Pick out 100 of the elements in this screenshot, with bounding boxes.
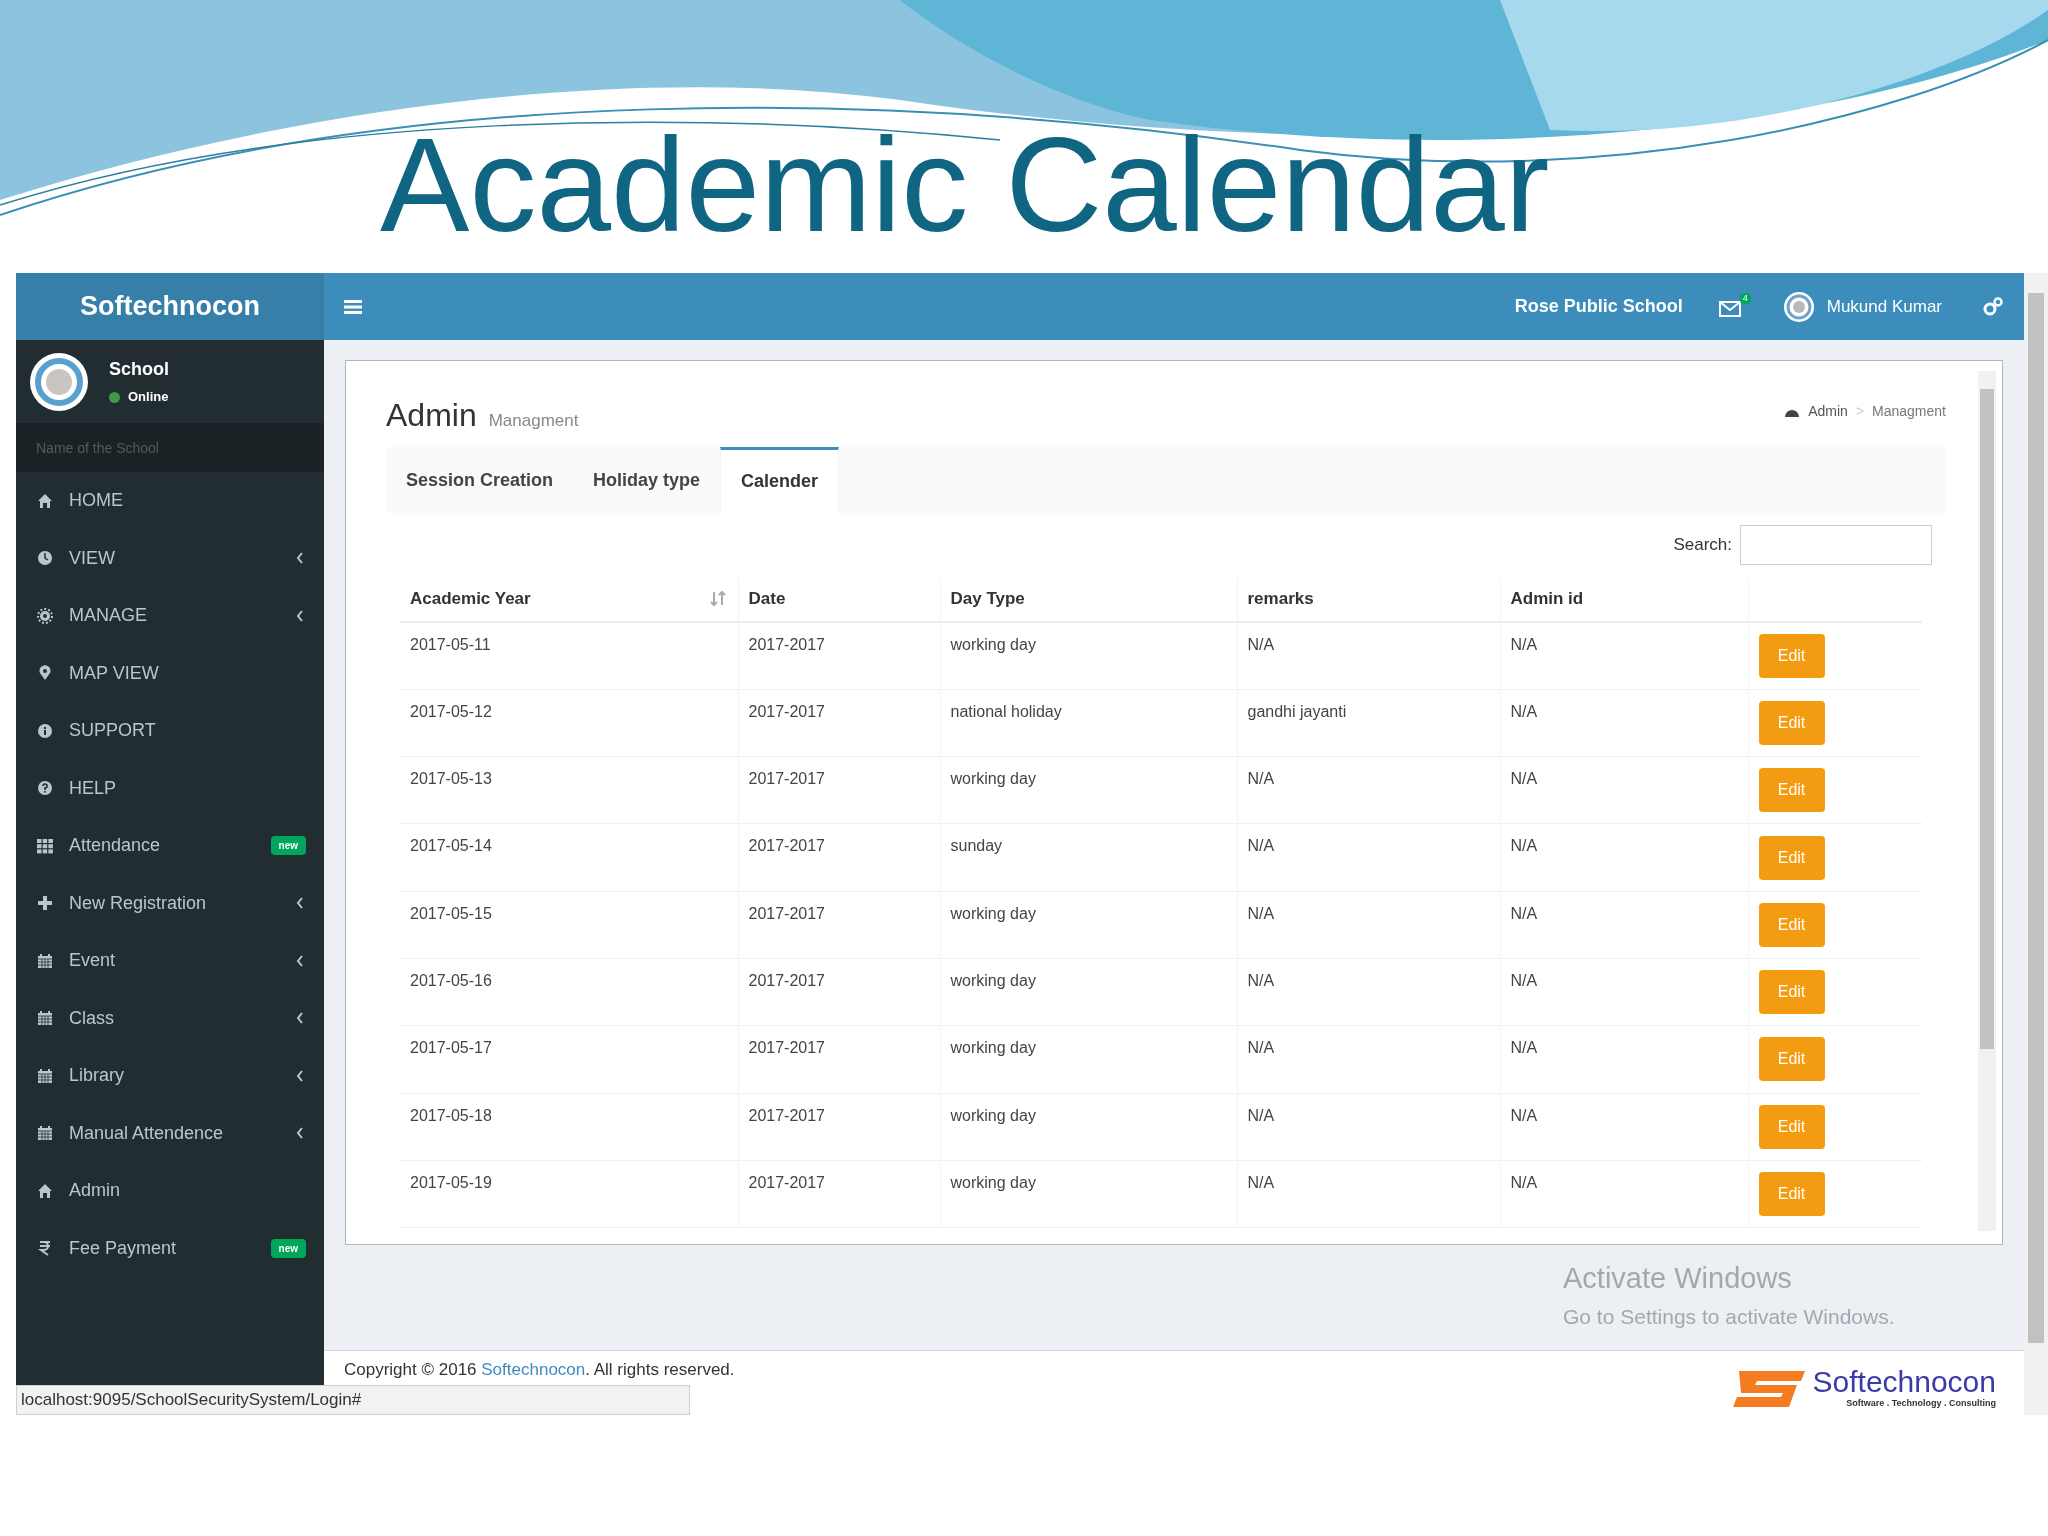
sidebar-item[interactable]: MAP VIEW: [16, 644, 324, 702]
scrollbar[interactable]: [1978, 371, 1996, 1231]
company-tagline: Software . Technology . Consulting: [1846, 1397, 1996, 1411]
sidebar-item[interactable]: MANAGE: [16, 587, 324, 645]
clock-icon: [37, 550, 53, 567]
table-cell: 2017-2017: [748, 770, 825, 788]
avatar-icon: [29, 351, 89, 412]
search-field[interactable]: Name of the School: [16, 423, 324, 472]
new-badge: new: [270, 1238, 306, 1258]
gear-icon: [37, 607, 53, 624]
table-cell: 2017-2017: [748, 837, 825, 855]
sidebar-item[interactable]: Class: [16, 989, 324, 1047]
table-cell: N/A: [1247, 1106, 1275, 1124]
table-cell: N/A: [1247, 904, 1275, 922]
table-cell: working day: [950, 636, 1036, 653]
page-subtitle: Managment: [488, 410, 579, 432]
table-cell: 2017-05-11: [410, 636, 491, 653]
sidebar-item[interactable]: Fee Payment new: [16, 1219, 324, 1277]
table-cell: gandhi jayanti: [1247, 702, 1347, 720]
sidebar-item-label: VIEW: [69, 546, 116, 570]
sidebar-item[interactable]: HELP: [16, 759, 324, 817]
table-cell: 2017-05-16: [410, 972, 492, 989]
table-cell: N/A: [1510, 904, 1538, 922]
tab[interactable]: Calender: [720, 447, 840, 513]
sidebar-item[interactable]: Library: [16, 1047, 324, 1105]
menu-icon[interactable]: [344, 298, 362, 315]
copyright-text: Copyright © 2016 Softechnocon. All rights reserved.: [344, 1359, 735, 1381]
sidebar-item[interactable]: VIEW: [16, 529, 324, 587]
settings-icon[interactable]: [1982, 296, 2004, 317]
scrollbar[interactable]: [2024, 273, 2048, 1415]
sidebar-item[interactable]: Manual Attendence: [16, 1104, 324, 1162]
school-name: Rose Public School: [1514, 295, 1683, 318]
sidebar-item-label: SUPPORT: [69, 719, 157, 743]
table-cell: N/A: [1510, 1039, 1538, 1057]
table-cell: national holiday: [950, 702, 1062, 720]
column-header[interactable]: Date: [738, 577, 940, 622]
footer-link[interactable]: Softechnocon: [481, 1360, 586, 1379]
avatar-icon[interactable]: [1782, 290, 1815, 323]
search-field[interactable]: [1740, 525, 1932, 565]
user-name[interactable]: Mukund Kumar: [1826, 293, 1942, 320]
home-icon: [37, 1182, 53, 1199]
sidebar-item-label: Admin: [69, 1179, 122, 1203]
table-cell: working day: [950, 1039, 1036, 1057]
breadcrumb-item: Managment: [1872, 401, 1946, 421]
sort-icon[interactable]: [709, 591, 728, 607]
table-cell: 2017-2017: [748, 1039, 825, 1057]
column-header[interactable]: Admin id: [1500, 577, 1748, 622]
column-header[interactable]: Day Type: [940, 577, 1237, 622]
new-badge: new: [270, 836, 306, 856]
sidebar-item[interactable]: Attendance new: [16, 817, 324, 875]
column-header[interactable]: remarks: [1237, 577, 1500, 622]
sidebar-item[interactable]: Admin: [16, 1162, 324, 1220]
user-name: School: [109, 358, 169, 382]
sidebar-item-label: Fee Payment: [69, 1236, 178, 1260]
table-cell: 2017-05-15: [410, 904, 492, 922]
calendar-icon: [37, 1067, 53, 1084]
grid-icon: [37, 837, 53, 854]
calendar-icon: [37, 1125, 53, 1142]
rupee-icon: [37, 1240, 53, 1257]
table-cell: 2017-05-18: [410, 1106, 492, 1124]
sidebar-item-label: New Registration: [69, 891, 208, 915]
brand-logo[interactable]: Softechnocon: [16, 273, 324, 340]
breadcrumb-link[interactable]: Admin: [1808, 400, 1848, 422]
table-cell: 2017-2017: [748, 702, 825, 720]
table-cell: 2017-05-19: [410, 1173, 492, 1191]
breadcrumb-separator: >: [1855, 401, 1865, 421]
table-cell: 2017-2017: [748, 636, 825, 653]
table-cell: N/A: [1510, 1173, 1538, 1191]
table-cell: N/A: [1247, 636, 1275, 653]
sidebar-item-label: Library: [69, 1064, 126, 1088]
sidebar-item[interactable]: New Registration: [16, 874, 324, 932]
sidebar-item[interactable]: Event: [16, 932, 324, 990]
slide-title: Academic Calendar: [380, 118, 1550, 252]
help-icon: [37, 780, 53, 797]
table-cell: 2017-05-17: [410, 1039, 492, 1057]
status-bar-url: localhost:9095/SchoolSecuritySystem/Login#: [16, 1385, 690, 1415]
company-name: Softechnocon: [1812, 1367, 1996, 1398]
sidebar-item[interactable]: HOME: [16, 472, 324, 530]
search-label: Search:: [1673, 534, 1732, 557]
sidebar-item-label: HELP: [69, 776, 118, 800]
home-icon: [37, 492, 53, 509]
table-cell: working day: [950, 904, 1036, 922]
activation-notice-title: Activate Windows: [1563, 1261, 1793, 1296]
status-text: Online: [128, 388, 169, 407]
calendar-icon: [37, 952, 53, 969]
column-header[interactable]: Academic Year: [410, 586, 531, 612]
calendar-icon: [37, 1010, 53, 1027]
plus-icon: [37, 895, 53, 912]
table-cell: 2017-2017: [748, 1173, 825, 1191]
table-cell: N/A: [1510, 972, 1538, 989]
page-title: Admin: [386, 396, 477, 435]
table-cell: working day: [950, 1173, 1036, 1191]
table-cell: 2017-2017: [748, 904, 825, 922]
sidebar-item-label: MANAGE: [69, 604, 148, 628]
sidebar-item[interactable]: SUPPORT: [16, 702, 324, 760]
table-cell: sunday: [950, 837, 1003, 855]
tab[interactable]: Holiday type: [573, 447, 721, 513]
table-cell: N/A: [1247, 770, 1275, 788]
tab[interactable]: Session Creation: [386, 447, 574, 513]
table-cell: N/A: [1510, 1106, 1538, 1124]
